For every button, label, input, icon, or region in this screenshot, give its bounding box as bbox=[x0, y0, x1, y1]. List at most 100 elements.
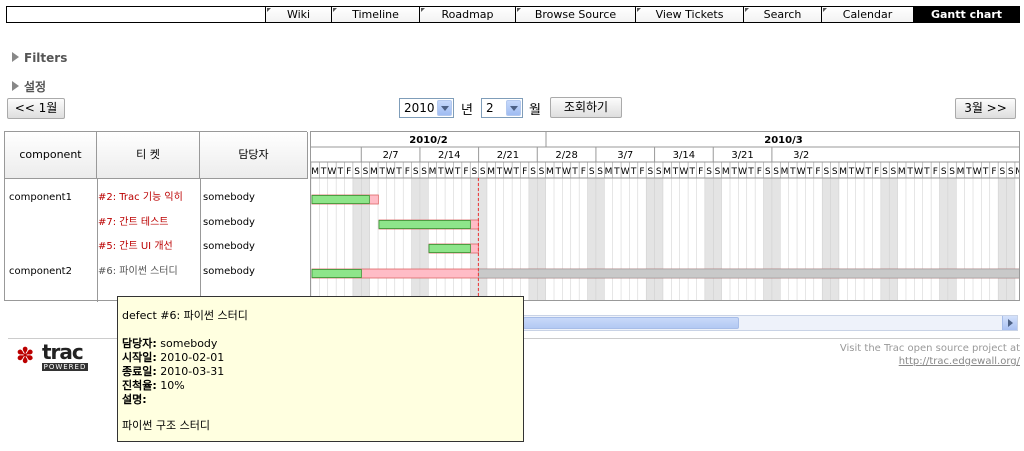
day-letter: S bbox=[891, 167, 897, 177]
day-letter: W bbox=[797, 167, 806, 177]
ticket-link[interactable]: #5: 간트 UI 개선 bbox=[98, 240, 173, 254]
day-letter: W bbox=[914, 167, 923, 177]
tooltip-owner-row: 담당자: somebody bbox=[122, 337, 523, 351]
weekend-column bbox=[830, 178, 839, 300]
footer-url-link[interactable]: http://trac.edgewall.org/ bbox=[899, 356, 1020, 367]
weekend-column bbox=[419, 178, 429, 300]
task-bar-done bbox=[428, 244, 471, 253]
day-letter: W bbox=[973, 167, 982, 177]
day-letter: M bbox=[546, 167, 554, 177]
day-letter: S bbox=[941, 167, 947, 177]
filters-label: Filters bbox=[24, 51, 68, 65]
day-letter: S bbox=[999, 167, 1005, 177]
day-letter: S bbox=[363, 167, 369, 177]
day-letter: S bbox=[539, 167, 545, 177]
day-letter: M bbox=[487, 167, 495, 177]
day-letter: S bbox=[472, 167, 478, 177]
nav-view-tickets[interactable]: View Tickets bbox=[635, 7, 743, 22]
tooltip-owner-value: somebody bbox=[160, 337, 218, 350]
day-letter: T bbox=[571, 167, 578, 177]
day-letter: M bbox=[957, 167, 965, 177]
year-select[interactable]: 2010 bbox=[399, 98, 454, 118]
weekend-column bbox=[771, 178, 781, 300]
dropdown-arrow-icon bbox=[437, 100, 452, 116]
week-label: 3/21 bbox=[731, 150, 753, 161]
day-letter: T bbox=[848, 167, 855, 177]
day-letter: M bbox=[663, 167, 671, 177]
day-letter: W bbox=[679, 167, 688, 177]
column-divider bbox=[200, 179, 201, 302]
day-letter: W bbox=[738, 167, 747, 177]
horizontal-scrollbar[interactable] bbox=[522, 315, 1018, 331]
page: Wiki Timeline Roadmap Browse Source View Tic… bbox=[0, 0, 1024, 451]
day-letter: M bbox=[839, 167, 847, 177]
weekend-column bbox=[587, 178, 596, 300]
trac-powered-logo[interactable]: ✽ trac POWERED bbox=[16, 340, 98, 373]
year-value: 2010 bbox=[404, 101, 435, 115]
ticket-link[interactable]: #6: 파이썬 스터디 bbox=[98, 265, 178, 279]
tooltip-end-row: 종료일: 2010-03-31 bbox=[122, 365, 523, 379]
day-letter: T bbox=[513, 167, 520, 177]
weekend-column bbox=[713, 178, 722, 300]
week-label: 2/21 bbox=[497, 150, 519, 161]
settings-toggle[interactable]: 설정 bbox=[12, 78, 46, 95]
nav-timeline[interactable]: Timeline bbox=[331, 7, 419, 22]
weekend-column bbox=[704, 178, 714, 300]
tooltip-title: defect #6: 파이썬 스터디 bbox=[122, 309, 248, 322]
day-letter: W bbox=[562, 167, 571, 177]
weekend-column bbox=[998, 178, 1007, 300]
day-letter: S bbox=[413, 167, 419, 177]
day-letter: T bbox=[496, 167, 503, 177]
month-unit-label: 월 bbox=[529, 103, 541, 118]
weekend-column bbox=[889, 178, 898, 300]
nav-gantt-chart[interactable]: Gantt chart bbox=[913, 7, 1019, 22]
week-label: 2/28 bbox=[555, 150, 577, 161]
tooltip-desc-row: 설명: bbox=[122, 393, 523, 407]
day-letter: S bbox=[480, 167, 486, 177]
day-letter: T bbox=[613, 167, 620, 177]
day-letter: T bbox=[630, 167, 637, 177]
weekend-column bbox=[822, 178, 831, 300]
day-letter: T bbox=[454, 167, 461, 177]
query-button[interactable]: 조회하기 bbox=[550, 97, 622, 118]
day-letter: F bbox=[698, 167, 703, 177]
header-owner: 담당자 bbox=[200, 132, 308, 179]
tooltip-end-value: 2010-03-31 bbox=[160, 365, 225, 378]
nav-browse-source[interactable]: Browse Source bbox=[515, 7, 635, 22]
weekend-column bbox=[1006, 178, 1015, 300]
day-letter: F bbox=[346, 167, 351, 177]
day-letter: T bbox=[730, 167, 737, 177]
header-ticket: 티 켓 bbox=[97, 132, 200, 179]
row-owner: somebody bbox=[203, 217, 255, 228]
ticket-link[interactable]: #7: 간트 테스트 bbox=[98, 216, 168, 230]
nav-calendar[interactable]: Calendar bbox=[821, 7, 913, 22]
nav-roadmap[interactable]: Roadmap bbox=[419, 7, 515, 22]
nav-search[interactable]: Search bbox=[743, 7, 821, 22]
weekend-column bbox=[654, 178, 663, 300]
next-month-button[interactable]: 3월 >> bbox=[955, 98, 1016, 119]
day-letter: M bbox=[311, 167, 319, 177]
tooltip-start-value: 2010-02-01 bbox=[160, 351, 225, 364]
month-select[interactable]: 2 bbox=[481, 98, 523, 118]
weekend-column bbox=[478, 178, 487, 300]
day-letter: F bbox=[757, 167, 762, 177]
month-label: 2010/3 bbox=[764, 135, 802, 146]
day-letter: M bbox=[1015, 167, 1020, 177]
weekend-column bbox=[411, 178, 420, 300]
filters-toggle[interactable]: Filters bbox=[12, 51, 67, 65]
scroll-right-arrow-icon[interactable] bbox=[1002, 316, 1017, 330]
ticket-table: component 티 켓 담당자 component1 #2: Trac 기능… bbox=[4, 131, 308, 302]
nav-wiki[interactable]: Wiki bbox=[265, 7, 331, 22]
ticket-link[interactable]: #2: Trac 기능 익히 bbox=[98, 191, 183, 205]
scrollbar-thumb[interactable] bbox=[523, 317, 739, 329]
day-letter: S bbox=[832, 167, 838, 177]
day-letter: S bbox=[589, 167, 595, 177]
day-letter: T bbox=[437, 167, 444, 177]
prev-month-button[interactable]: << 1월 bbox=[7, 98, 65, 119]
day-letter: W bbox=[327, 167, 336, 177]
tooltip-progress-value: 10% bbox=[160, 379, 185, 392]
day-letter: T bbox=[672, 167, 679, 177]
gantt-chart: MTWTFSSMTWTFSSMTWTFSSMTWTFSSMTWTFSSMTWTF… bbox=[310, 131, 1020, 301]
weekend-column bbox=[595, 178, 605, 300]
day-letter: F bbox=[581, 167, 586, 177]
